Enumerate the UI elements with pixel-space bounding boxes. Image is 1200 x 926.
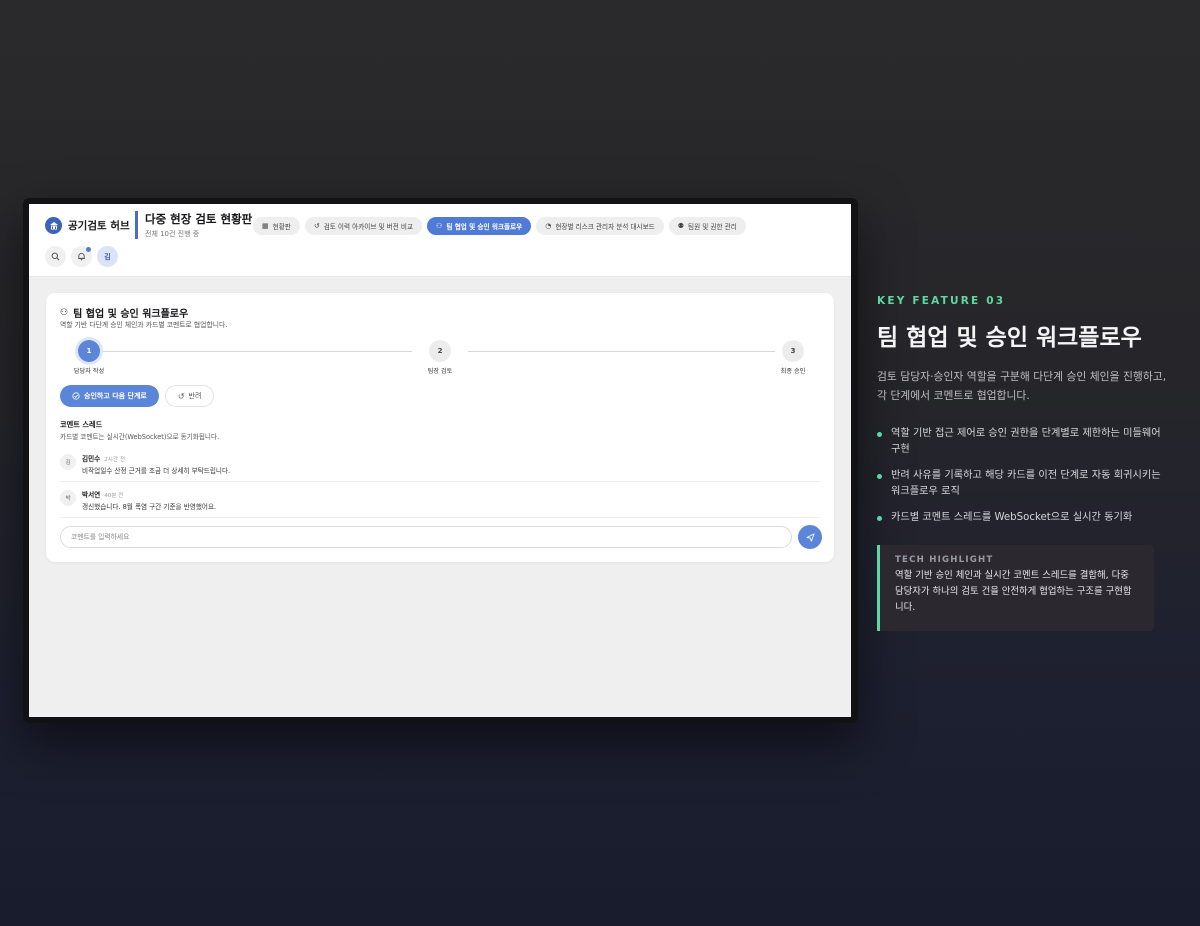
step-number: 1	[78, 340, 100, 362]
comment-thread-subtitle: 카드별 코멘트는 실시간(WebSocket)으로 동기화됩니다.	[60, 433, 220, 441]
page-title: 다중 현장 검토 현황판	[145, 212, 253, 226]
step-connector	[468, 351, 775, 352]
bullet-text: 역할 기반 접근 제어로 승인 권한을 단계별로 제한하는 미들웨어 구현	[891, 428, 1161, 455]
step-number: 2	[429, 340, 451, 362]
comment-composer	[60, 525, 822, 549]
feature-title: 팀 협업 및 승인 워크플로우	[877, 325, 1142, 351]
main-tabs: ▦ 현황판 ↺ 검토 이력 아카이브 및 버전 비교 ⚇ 팀 협업 및 승인 워…	[253, 217, 746, 235]
tab-label: 검토 이력 아카이브 및 버전 비교	[323, 223, 414, 231]
bell-icon	[78, 252, 85, 261]
workflow-title-text: 팀 협업 및 승인 워크플로우	[73, 309, 189, 320]
comment-item: 김 김민수 2시간 전 비작업일수 산정 근거를 조금 더 상세히 부탁드립니다…	[60, 448, 820, 482]
send-icon	[805, 532, 815, 542]
comment-input[interactable]	[60, 526, 792, 548]
search-icon	[51, 252, 60, 261]
reject-button[interactable]: ↺ 반려	[164, 385, 215, 407]
approve-button[interactable]: 승인하고 다음 단계로	[60, 385, 159, 407]
comment-list: 김 김민수 2시간 전 비작업일수 산정 근거를 조금 더 상세히 부탁드립니다…	[60, 448, 820, 518]
page-title-block: 다중 현장 검토 현황판 전체 10건 진행 중	[135, 211, 252, 239]
feature-description: 검토 담당자·승인자 역할을 구분해 다단계 승인 체인을 진행하고, 각 단계…	[877, 370, 1167, 402]
notification-button[interactable]	[71, 246, 92, 267]
workflow-subtitle: 역할 기반 다단계 승인 체인과 카드별 코멘트로 협업합니다.	[60, 321, 228, 329]
approve-label: 승인하고 다음 단계로	[84, 392, 147, 400]
tech-highlight-text: 역할 기반 승인 체인과 실시간 코멘트 스레드를 결합해, 다중 담당자가 하…	[895, 570, 1132, 613]
comment-item: 박 박서연 40분 전 갱신했습니다. 8월 폭염 구간 기준을 반영했어요.	[60, 484, 820, 518]
workflow-actions: 승인하고 다음 단계로 ↺ 반려	[60, 385, 215, 407]
history-icon: ↺	[313, 222, 320, 230]
bullet-dot	[877, 474, 882, 479]
feature-label: KEY FEATURE 03	[877, 295, 1006, 307]
comment-author: 김민수	[82, 455, 101, 463]
tab-team-permissions[interactable]: ⚉ 팀원 및 권한 관리	[668, 217, 746, 235]
step-team-lead[interactable]: 2 팀장 검토	[410, 340, 470, 375]
comment-header: 박서연 40분 전	[82, 489, 123, 499]
feature-bullets: 역할 기반 접근 제어로 승인 권한을 단계별로 제한하는 미들웨어 구현 반려…	[877, 426, 1167, 536]
bullet-dot	[877, 516, 882, 521]
header-actions: 김	[45, 246, 118, 267]
tab-collaboration-workflow[interactable]: ⚇ 팀 협업 및 승인 워크플로우	[427, 217, 532, 235]
tab-label: 현황판	[272, 223, 291, 231]
user-avatar[interactable]: 김	[97, 246, 118, 267]
comment-author: 박서연	[82, 491, 101, 499]
comment-avatar: 박	[60, 490, 76, 506]
bullet-text: 반려 사유를 기록하고 해당 카드를 이전 단계로 자동 회귀시키는 워크플로우…	[891, 470, 1161, 497]
building-icon	[45, 217, 62, 234]
step-number: 3	[782, 340, 804, 362]
comment-text: 비작업일수 산정 근거를 조금 더 상세히 부탁드립니다.	[82, 467, 231, 475]
comment-time: 2시간 전	[104, 457, 125, 463]
grid-icon: ▦	[262, 222, 269, 230]
tab-label: 팀 협업 및 승인 워크플로우	[446, 223, 523, 231]
step-label: 팀장 검토	[427, 368, 453, 375]
notification-dot	[86, 247, 91, 252]
undo-icon: ↺	[177, 391, 185, 401]
tech-highlight: TECH HIGHLIGHT 역할 기반 승인 체인과 실시간 코멘트 스레드를…	[877, 545, 1154, 631]
chart-icon: ◔	[545, 222, 552, 230]
reject-label: 반려	[188, 392, 202, 400]
feature-bullet: 카드별 코멘트 스레드를 WebSocket으로 실시간 동기화	[877, 510, 1167, 526]
brand[interactable]: 공기검토 허브	[45, 217, 130, 234]
tech-highlight-label: TECH HIGHLIGHT	[895, 555, 994, 565]
feature-bullet: 역할 기반 접근 제어로 승인 권한을 단계별로 제한하는 미들웨어 구현	[877, 426, 1167, 458]
tab-history-archive[interactable]: ↺ 검토 이력 아카이브 및 버전 비교	[304, 217, 423, 235]
comment-header: 김민수 2시간 전	[82, 453, 125, 463]
comment-time: 40분 전	[104, 493, 124, 499]
step-author[interactable]: 1 담당자 작성	[59, 340, 119, 375]
users-icon: ⚇	[60, 307, 69, 318]
comment-avatar: 김	[60, 454, 76, 470]
step-final-approval[interactable]: 3 최종 승인	[763, 340, 823, 375]
workflow-title: ⚇ 팀 협업 및 승인 워크플로우	[60, 305, 189, 321]
top-navigation-bar: 공기검토 허브 다중 현장 검토 현황판 전체 10건 진행 중 ▦ 현황판 ↺…	[29, 204, 851, 277]
bullet-text: 카드별 코멘트 스레드를 WebSocket으로 실시간 동기화	[891, 512, 1133, 523]
tab-risk-dashboard[interactable]: ◔ 현장별 리스크 관리자 분석 대시보드	[536, 217, 664, 235]
feature-bullet: 반려 사유를 기록하고 해당 카드를 이전 단계로 자동 회귀시키는 워크플로우…	[877, 468, 1167, 500]
step-connector	[103, 351, 412, 352]
send-button[interactable]	[798, 525, 822, 549]
step-label: 최종 승인	[780, 368, 806, 375]
search-button[interactable]	[45, 246, 66, 267]
tab-dashboard[interactable]: ▦ 현황판	[253, 217, 300, 235]
workflow-card: ⚇ 팀 협업 및 승인 워크플로우 역할 기반 다단계 승인 체인과 카드별 코…	[46, 293, 834, 562]
bullet-dot	[877, 432, 882, 437]
users-icon: ⚇	[436, 222, 443, 230]
team-icon: ⚉	[677, 222, 685, 230]
step-label: 담당자 작성	[73, 368, 105, 375]
approval-stepper: 1 담당자 작성 2 팀장 검토 3 최종 승인	[59, 340, 823, 375]
app-screen: 공기검토 허브 다중 현장 검토 현황판 전체 10건 진행 중 ▦ 현황판 ↺…	[29, 204, 851, 717]
comment-text: 갱신했습니다. 8월 폭염 구간 기준을 반영했어요.	[82, 503, 217, 511]
tab-label: 현장별 리스크 관리자 분석 대시보드	[555, 223, 655, 231]
brand-name: 공기검토 허브	[68, 220, 130, 232]
check-circle-icon	[72, 392, 80, 400]
page-subtitle: 전체 10건 진행 중	[145, 230, 200, 238]
tab-label: 팀원 및 권한 관리	[688, 223, 737, 231]
comment-thread-title: 코멘트 스레드	[60, 420, 103, 429]
